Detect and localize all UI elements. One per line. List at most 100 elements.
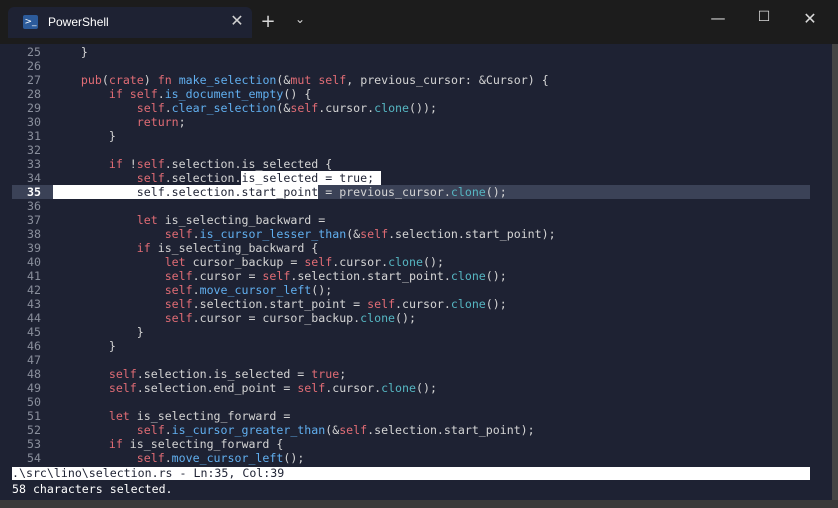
line-number: 40 <box>27 255 41 269</box>
code-line[interactable]: 43 self.selection.start_point = self.cur… <box>12 297 810 311</box>
window-edge <box>832 44 838 500</box>
code-line[interactable]: 54 self.move_cursor_left(); <box>12 451 810 465</box>
line-number: 43 <box>27 297 41 311</box>
terminal-window: >_ PowerShell ✕ + ⌄ — ☐ ✕ 25 } 26 27 pub(c… <box>0 0 838 508</box>
tab-close-icon[interactable]: ✕ <box>228 11 246 31</box>
line-number: 52 <box>27 423 41 437</box>
code-line[interactable]: 45 } <box>12 325 810 339</box>
code-text: if is_selecting_forward { <box>108 437 284 451</box>
line-number: 41 <box>27 269 41 283</box>
code-line[interactable]: 27 pub(crate) fn make_selection(&mut sel… <box>12 73 810 87</box>
desktop-strip <box>0 500 838 508</box>
code-text: self.selection.end_point = self.cursor.c… <box>108 381 437 395</box>
code-line[interactable]: 28 if self.is_document_empty() { <box>12 87 810 101</box>
status-bar: .\src\lino\selection.rs - Ln:35, Col:39 <box>12 467 810 480</box>
line-number: 35 <box>27 185 41 199</box>
code-line[interactable]: 47 <box>12 353 810 367</box>
line-number: 32 <box>27 143 41 157</box>
code-line[interactable]: 52 self.is_cursor_greater_than(&self.sel… <box>12 423 810 437</box>
code-line[interactable]: 51 let is_selecting_forward = <box>12 409 810 423</box>
line-number: 31 <box>27 129 41 143</box>
line-number: 54 <box>27 451 41 465</box>
line-number: 45 <box>27 325 41 339</box>
line-number: 37 <box>27 213 41 227</box>
code-text: if is_selecting_backward { <box>136 241 319 255</box>
scrollbar[interactable] <box>820 52 830 492</box>
code-line[interactable]: 36 <box>12 199 810 213</box>
line-number: 26 <box>27 59 41 73</box>
chevron-down-icon[interactable]: ⌄ <box>290 12 310 26</box>
code-line[interactable]: 38 self.is_cursor_lesser_than(&self.sele… <box>12 227 810 241</box>
code-line[interactable]: 26 <box>12 59 810 73</box>
title-bar: >_ PowerShell ✕ + ⌄ — ☐ ✕ <box>0 0 838 44</box>
code-line[interactable]: 31 } <box>12 129 810 143</box>
code-text: let cursor_backup = self.cursor.clone(); <box>164 255 444 269</box>
code-text: self.selection.start_point = previous_cu… <box>53 185 507 199</box>
code-line[interactable]: 37 let is_selecting_backward = <box>12 213 810 227</box>
line-number: 50 <box>27 395 41 409</box>
terminal-pane[interactable]: 25 } 26 27 pub(crate) fn make_selection(&m… <box>0 44 832 500</box>
line-number: 36 <box>27 199 41 213</box>
code-line[interactable]: 50 <box>12 395 810 409</box>
line-number: 51 <box>27 409 41 423</box>
code-line[interactable]: 44 self.cursor = cursor_backup.clone(); <box>12 311 810 325</box>
code-text: let is_selecting_forward = <box>108 409 291 423</box>
code-line[interactable]: 41 self.cursor = self.selection.start_po… <box>12 269 810 283</box>
code-line[interactable]: 46 } <box>12 339 810 353</box>
code-line[interactable]: 42 self.move_cursor_left(); <box>12 283 810 297</box>
code-text: if self.is_document_empty() { <box>108 87 312 101</box>
new-tab-button[interactable]: + <box>257 11 279 32</box>
code-line[interactable]: 35 self.selection.start_point = previous… <box>12 185 810 199</box>
code-line[interactable]: 32 <box>12 143 810 157</box>
line-number: 49 <box>27 381 41 395</box>
code-text: if !self.selection.is_selected { <box>108 157 333 171</box>
status-message: 58 characters selected. <box>12 482 173 496</box>
line-number: 42 <box>27 283 41 297</box>
line-number: 33 <box>27 157 41 171</box>
code-line[interactable]: 30 return; <box>12 115 810 129</box>
code-editor[interactable]: 25 } 26 27 pub(crate) fn make_selection(&m… <box>12 45 810 465</box>
line-number: 30 <box>27 115 41 129</box>
code-text: } <box>53 129 116 143</box>
maximize-button[interactable]: ☐ <box>752 9 776 25</box>
code-text: self.selection.start_point = self.cursor… <box>164 297 507 311</box>
minimize-button[interactable]: — <box>706 9 730 27</box>
line-number: 53 <box>27 437 41 451</box>
code-line[interactable]: 48 self.selection.is_selected = true; <box>12 367 810 381</box>
line-number: 28 <box>27 87 41 101</box>
line-number: 48 <box>27 367 41 381</box>
code-line[interactable]: 34 self.selection.is_selected = true; <box>12 171 810 185</box>
code-text: self.cursor = self.selection.start_point… <box>164 269 507 283</box>
code-text: self.cursor = cursor_backup.clone(); <box>164 311 416 325</box>
code-text: return; <box>136 115 186 129</box>
code-line[interactable]: 40 let cursor_backup = self.cursor.clone… <box>12 255 810 269</box>
code-line[interactable]: 39 if is_selecting_backward { <box>12 241 810 255</box>
code-line[interactable]: 53 if is_selecting_forward { <box>12 437 810 451</box>
line-number: 27 <box>27 73 41 87</box>
code-text: self.move_cursor_left(); <box>164 283 333 297</box>
close-window-button[interactable]: ✕ <box>798 9 822 28</box>
line-number: 46 <box>27 339 41 353</box>
line-number: 39 <box>27 241 41 255</box>
code-line[interactable]: 49 self.selection.end_point = self.curso… <box>12 381 810 395</box>
code-text: self.is_cursor_greater_than(&self.select… <box>136 423 535 437</box>
line-number: 25 <box>27 45 41 59</box>
code-text: } <box>53 339 116 353</box>
line-number: 47 <box>27 353 41 367</box>
code-text: self.move_cursor_left(); <box>136 451 305 465</box>
code-text: pub(crate) fn make_selection(&mut self, … <box>80 73 549 87</box>
code-text: self.selection.is_selected = true; <box>136 171 382 185</box>
code-text: let is_selecting_backward = <box>136 213 326 227</box>
code-text: self.is_cursor_lesser_than(&self.selecti… <box>164 227 556 241</box>
line-number: 38 <box>27 227 41 241</box>
tab-powershell[interactable]: >_ PowerShell ✕ <box>8 7 252 38</box>
code-line[interactable]: 25 } <box>12 45 810 59</box>
line-number: 34 <box>27 171 41 185</box>
code-line[interactable]: 33 if !self.selection.is_selected { <box>12 157 810 171</box>
code-text: self.clear_selection(&self.cursor.clone(… <box>136 101 437 115</box>
code-line[interactable]: 29 self.clear_selection(&self.cursor.clo… <box>12 101 810 115</box>
code-text: } <box>53 45 88 59</box>
code-text: self.selection.is_selected = true; <box>108 367 347 381</box>
line-number: 44 <box>27 311 41 325</box>
tab-title: PowerShell <box>48 15 109 29</box>
